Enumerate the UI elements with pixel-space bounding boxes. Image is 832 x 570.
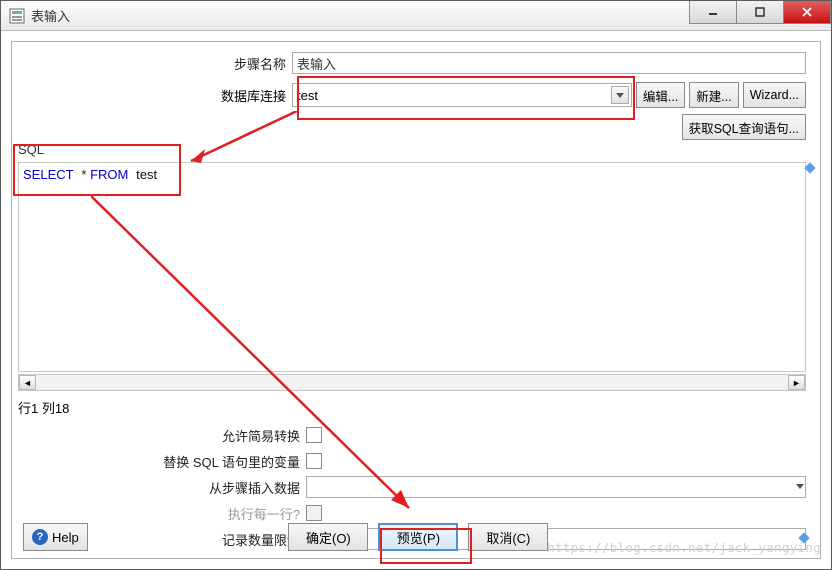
allow-lazy-label: 允许简易转换 <box>12 426 306 445</box>
sql-keyword-from: FROM <box>90 167 128 182</box>
replace-vars-label: 替换 SQL 语句里的变量 <box>12 452 306 471</box>
from-step-dropdown-icon[interactable] <box>796 478 804 493</box>
ok-button[interactable]: 确定(O) <box>288 523 368 551</box>
db-connection-label: 数据库连接 <box>12 86 292 105</box>
allow-lazy-checkbox[interactable] <box>306 427 322 443</box>
new-connection-button[interactable]: 新建... <box>689 82 738 108</box>
sql-horizontal-scrollbar[interactable]: ◄ ► <box>18 374 806 391</box>
sql-keyword-select: SELECT <box>23 167 74 182</box>
preview-button[interactable]: 预览(P) <box>378 523 458 551</box>
step-name-row: 步骤名称 <box>12 52 806 74</box>
each-row-checkbox <box>306 505 322 521</box>
watermark-text: https://blog.csdn.net/jack_yangying <box>547 540 821 555</box>
db-connection-row: 数据库连接 test 编辑... 新建... Wizard... <box>12 82 806 108</box>
replace-vars-row: 替换 SQL 语句里的变量 <box>12 448 806 474</box>
sql-section-label: SQL <box>18 142 44 157</box>
cursor-status: 行1 列18 <box>18 398 69 417</box>
close-button[interactable] <box>783 1 831 24</box>
edit-connection-button[interactable]: 编辑... <box>636 82 685 108</box>
step-name-label: 步骤名称 <box>12 54 292 73</box>
window-title: 表输入 <box>31 6 70 25</box>
replace-vars-checkbox[interactable] <box>306 453 322 469</box>
help-button[interactable]: ? Help <box>23 523 88 551</box>
scroll-left-icon[interactable]: ◄ <box>19 375 36 390</box>
client-area: 步骤名称 数据库连接 test 编辑... 新建... Wizard... 获取… <box>11 41 821 559</box>
window-controls <box>690 1 831 24</box>
step-name-input[interactable] <box>292 52 806 74</box>
cancel-button[interactable]: 取消(C) <box>468 523 548 551</box>
sql-editor[interactable]: SELECT * FROM test <box>18 162 806 372</box>
dropdown-arrow-icon[interactable] <box>611 86 629 104</box>
from-step-label: 从步骤插入数据 <box>12 478 306 497</box>
app-icon <box>9 8 25 24</box>
maximize-button[interactable] <box>736 1 784 24</box>
get-sql-row: 获取SQL查询语句... <box>678 114 806 140</box>
get-sql-button[interactable]: 获取SQL查询语句... <box>682 114 806 140</box>
titlebar[interactable]: 表输入 <box>1 1 831 31</box>
sql-table: test <box>136 167 157 182</box>
from-step-select[interactable] <box>306 476 806 498</box>
db-connection-select[interactable]: test <box>292 83 632 107</box>
minimize-button[interactable] <box>689 1 737 24</box>
help-icon: ? <box>32 529 48 545</box>
help-label: Help <box>52 530 79 545</box>
scroll-right-icon[interactable]: ► <box>788 375 805 390</box>
from-step-row: 从步骤插入数据 <box>12 474 806 500</box>
expand-icon[interactable] <box>804 162 815 173</box>
each-row-label: 执行每一行? <box>12 504 306 523</box>
wizard-button[interactable]: Wizard... <box>743 82 806 108</box>
dialog-window: 表输入 步骤名称 数据库连接 test 编辑... 新建... Wizard..… <box>0 0 832 570</box>
allow-lazy-row: 允许简易转换 <box>12 422 806 448</box>
db-connection-value: test <box>297 88 318 103</box>
